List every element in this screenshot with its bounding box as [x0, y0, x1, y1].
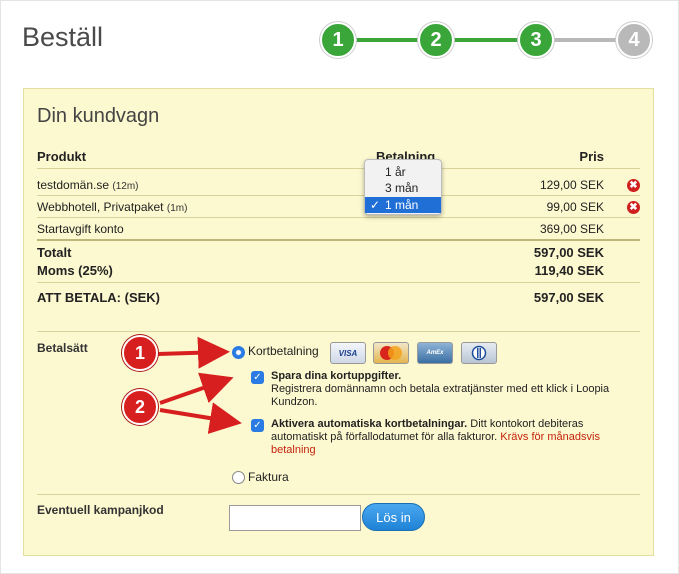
annotation-badge-1: 1	[122, 335, 158, 371]
annotation-arrows	[157, 336, 242, 434]
arrow-2b	[159, 402, 242, 434]
torn-edge	[0, 564, 679, 574]
annotation-badge-2: 2	[122, 389, 158, 425]
arrow-1	[157, 336, 230, 369]
arrow-2a	[159, 372, 234, 405]
